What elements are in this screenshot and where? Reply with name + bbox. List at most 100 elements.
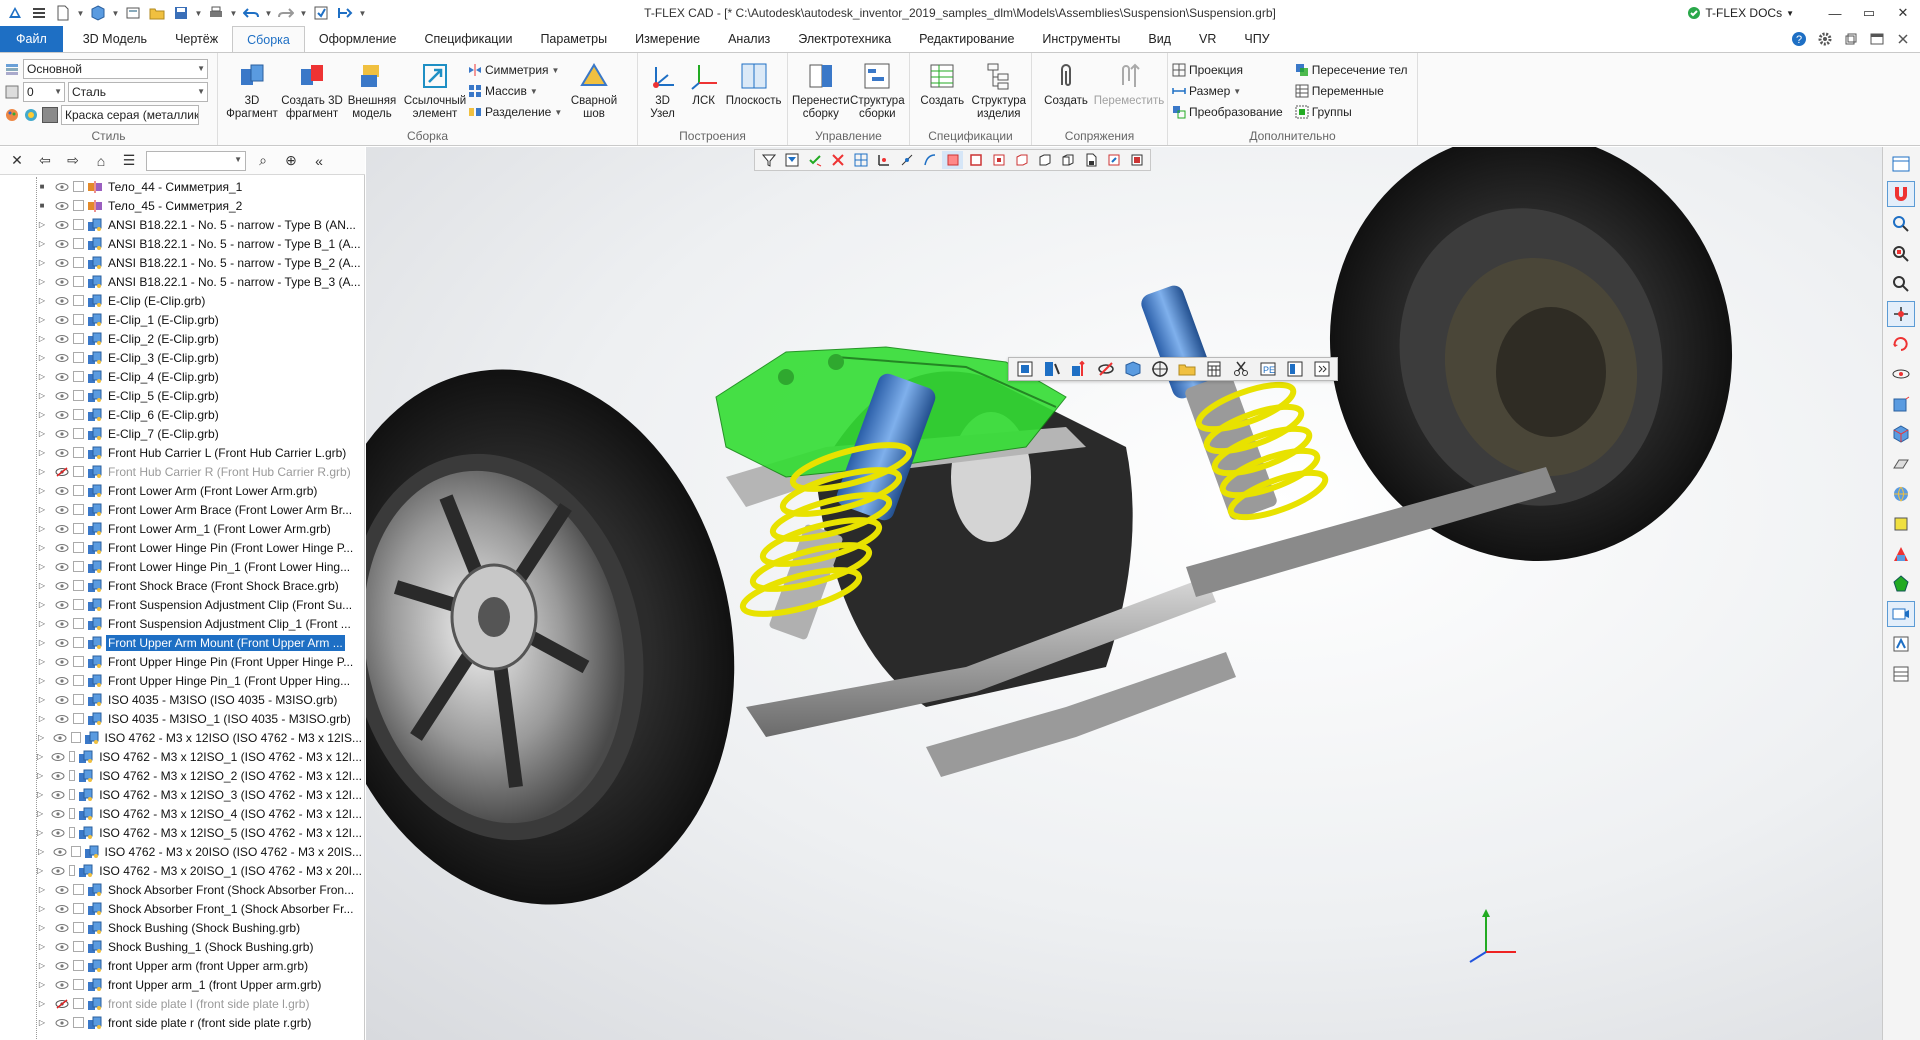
expand-arrow-icon[interactable]: ▷: [37, 543, 47, 552]
row-checkbox[interactable]: [71, 732, 81, 743]
close-button[interactable]: ✕: [1886, 0, 1920, 26]
vertex-select-icon[interactable]: [896, 151, 917, 169]
row-checkbox[interactable]: [73, 314, 84, 325]
view-plane-icon[interactable]: [1887, 451, 1915, 477]
expand-arrow-icon[interactable]: ▷: [37, 790, 43, 799]
tree-row[interactable]: ▷ Front Shock Brace (Front Shock Brace.gr…: [37, 576, 364, 595]
zoom-icon[interactable]: [1887, 211, 1915, 237]
close-icon[interactable]: ✕: [6, 150, 28, 172]
chevron-down-icon[interactable]: ▼: [194, 3, 203, 23]
tree-row[interactable]: ▷ ISO 4762 - M3 x 12ISO_3 (ISO 4762 - M3 …: [37, 785, 364, 804]
eye-icon[interactable]: [55, 1018, 69, 1028]
row-checkbox[interactable]: [73, 200, 84, 211]
yellow-cube-icon[interactable]: [1887, 511, 1915, 537]
select-all-icon[interactable]: [804, 151, 825, 169]
expand-arrow-icon[interactable]: ▷: [37, 429, 47, 438]
crosshair-icon[interactable]: [1147, 359, 1172, 379]
tree-row[interactable]: ▷ front Upper arm_1 (front Upper arm.grb): [37, 975, 364, 994]
close-doc-icon[interactable]: [1892, 28, 1914, 50]
symmetry-button[interactable]: Симметрия ▼: [468, 61, 564, 79]
tree-row[interactable]: ▷ ISO 4762 - M3 x 20ISO (ISO 4762 - M3 x …: [37, 842, 364, 861]
tree-row[interactable]: ▷ Front Lower Hinge Pin (Front Lower Hing…: [37, 538, 364, 557]
expand-arrow-icon[interactable]: ▷: [37, 657, 47, 666]
eye-icon[interactable]: [55, 334, 69, 344]
expand-arrow-icon[interactable]: ▷: [37, 410, 47, 419]
expand-arrow-icon[interactable]: ▷: [37, 486, 47, 495]
expand-arrow-icon[interactable]: ▷: [37, 942, 47, 951]
bullet-icon[interactable]: ■: [37, 182, 47, 191]
text-field-icon[interactable]: PE: [1255, 359, 1280, 379]
row-checkbox[interactable]: [73, 352, 84, 363]
row-checkbox[interactable]: [73, 656, 84, 667]
tab-drawing[interactable]: Чертёж: [161, 26, 232, 52]
tree-row[interactable]: ▷ E-Clip_4 (E-Clip.grb): [37, 367, 364, 386]
row-checkbox[interactable]: [73, 542, 84, 553]
palette-icon[interactable]: [4, 107, 20, 123]
tree-row[interactable]: ▷ ANSI B18.22.1 - No. 5 - narrow - Type B…: [37, 272, 364, 291]
tree-row[interactable]: ▷ front side plate l (front side plate l.…: [37, 994, 364, 1013]
open-folder-icon[interactable]: [146, 3, 168, 23]
tab-editing[interactable]: Редактирование: [905, 26, 1028, 52]
row-checkbox[interactable]: [73, 181, 84, 192]
parameters-edit-icon[interactable]: [1066, 359, 1091, 379]
eye-icon[interactable]: [55, 657, 69, 667]
tab-specifications[interactable]: Спецификации: [410, 26, 526, 52]
tree-row[interactable]: ▷ Shock Bushing_1 (Shock Bushing.grb): [37, 937, 364, 956]
eye-icon[interactable]: [55, 581, 69, 591]
deselect-icon[interactable]: [827, 151, 848, 169]
row-checkbox[interactable]: [73, 599, 84, 610]
eye-icon[interactable]: [55, 695, 69, 705]
save-icon[interactable]: [170, 3, 192, 23]
row-checkbox[interactable]: [73, 485, 84, 496]
eye-icon[interactable]: [55, 182, 69, 192]
expand-arrow-icon[interactable]: ▷: [37, 220, 47, 229]
row-checkbox[interactable]: [69, 751, 76, 762]
material-select[interactable]: Сталь ▼: [68, 81, 208, 102]
expand-toolbar-icon[interactable]: [1309, 359, 1334, 379]
row-checkbox[interactable]: [69, 789, 76, 800]
pan-icon[interactable]: [1887, 301, 1915, 327]
tree-row[interactable]: ▷ Shock Absorber Front_1 (Shock Absorber …: [37, 899, 364, 918]
view-iso-icon[interactable]: [1887, 421, 1915, 447]
eye-icon[interactable]: [55, 980, 69, 990]
row-checkbox[interactable]: [73, 922, 84, 933]
view-window-icon[interactable]: [1887, 151, 1915, 177]
tree-row[interactable]: ▷ Shock Bushing (Shock Bushing.grb): [37, 918, 364, 937]
tab-view[interactable]: Вид: [1134, 26, 1185, 52]
properties-icon[interactable]: [1012, 359, 1037, 379]
tree-row[interactable]: ▷ E-Clip_3 (E-Clip.grb): [37, 348, 364, 367]
drawing-icon[interactable]: [122, 3, 144, 23]
tree-row[interactable]: ▷ ISO 4762 - M3 x 12ISO_5 (ISO 4762 - M3 …: [37, 823, 364, 842]
eye-icon[interactable]: [51, 771, 65, 781]
tree-row[interactable]: ■ Тело_44 - Симметрия_1: [37, 177, 364, 196]
tree-row[interactable]: ▷ Front Upper Hinge Pin (Front Upper Hing…: [37, 652, 364, 671]
eye-icon[interactable]: [55, 923, 69, 933]
body-intersection-button[interactable]: Пересечение тел: [1295, 61, 1408, 79]
eye-icon[interactable]: [55, 562, 69, 572]
layer-select-icon[interactable]: [1126, 151, 1147, 169]
tree-row[interactable]: ▷ E-Clip_2 (E-Clip.grb): [37, 329, 364, 348]
minimize-button[interactable]: —: [1818, 0, 1852, 26]
open-folder-icon[interactable]: [1174, 359, 1199, 379]
eye-icon[interactable]: [51, 752, 65, 762]
tab-analysis[interactable]: Анализ: [714, 26, 784, 52]
view-front-icon[interactable]: [1887, 391, 1915, 417]
size-button[interactable]: Размер ▼: [1172, 82, 1283, 100]
eye-icon[interactable]: [55, 714, 69, 724]
assembly-select-icon[interactable]: [1034, 151, 1055, 169]
tree-filter-select[interactable]: ▼: [146, 150, 246, 171]
row-checkbox[interactable]: [73, 618, 84, 629]
expand-arrow-icon[interactable]: ▷: [37, 372, 47, 381]
tree-scrollbar[interactable]: [0, 177, 10, 1039]
bullet-icon[interactable]: ■: [37, 201, 47, 210]
eye-icon[interactable]: [55, 942, 69, 952]
chevron-down-icon[interactable]: ▼: [111, 3, 120, 23]
eye-icon[interactable]: [51, 866, 65, 876]
tree-row[interactable]: ▷ Front Upper Hinge Pin_1 (Front Upper Hi…: [37, 671, 364, 690]
expand-arrow-icon[interactable]: ▷: [37, 600, 47, 609]
row-checkbox[interactable]: [73, 561, 84, 572]
eye-icon[interactable]: [55, 372, 69, 382]
expand-arrow-icon[interactable]: ▷: [37, 904, 47, 913]
expand-arrow-icon[interactable]: ▷: [37, 828, 43, 837]
eye-icon[interactable]: [55, 277, 69, 287]
